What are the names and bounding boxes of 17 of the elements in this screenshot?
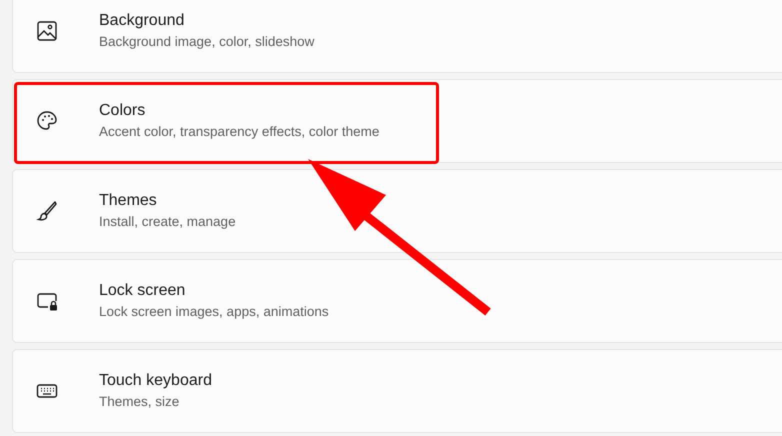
settings-item[interactable]: Lock screen Lock screen images, apps, animations: [12, 259, 782, 343]
item-description: Lock screen images, apps, animations: [99, 303, 329, 321]
brush-icon: [35, 199, 59, 223]
settings-item[interactable]: Themes Install, create, manage: [12, 169, 782, 253]
settings-item[interactable]: Colors Accent color, transparency effects, color theme: [12, 79, 782, 163]
item-description: Themes, size: [99, 393, 180, 411]
item-description: Install, create, manage: [99, 213, 236, 231]
settings-item[interactable]: Touch keyboard Themes, size: [12, 349, 782, 433]
settings-item[interactable]: Background Background image, color, slideshow: [12, 0, 782, 73]
image-icon: [35, 19, 59, 43]
item-title: Touch keyboard: [99, 371, 212, 391]
item-description: Accent color, transparency effects, color theme: [99, 123, 380, 141]
item-title: Background: [99, 11, 186, 31]
item-title: Colors: [99, 101, 146, 121]
item-title: Lock screen: [99, 281, 186, 301]
item-title: Themes: [99, 191, 158, 211]
item-description: Background image, color, slideshow: [99, 33, 314, 51]
